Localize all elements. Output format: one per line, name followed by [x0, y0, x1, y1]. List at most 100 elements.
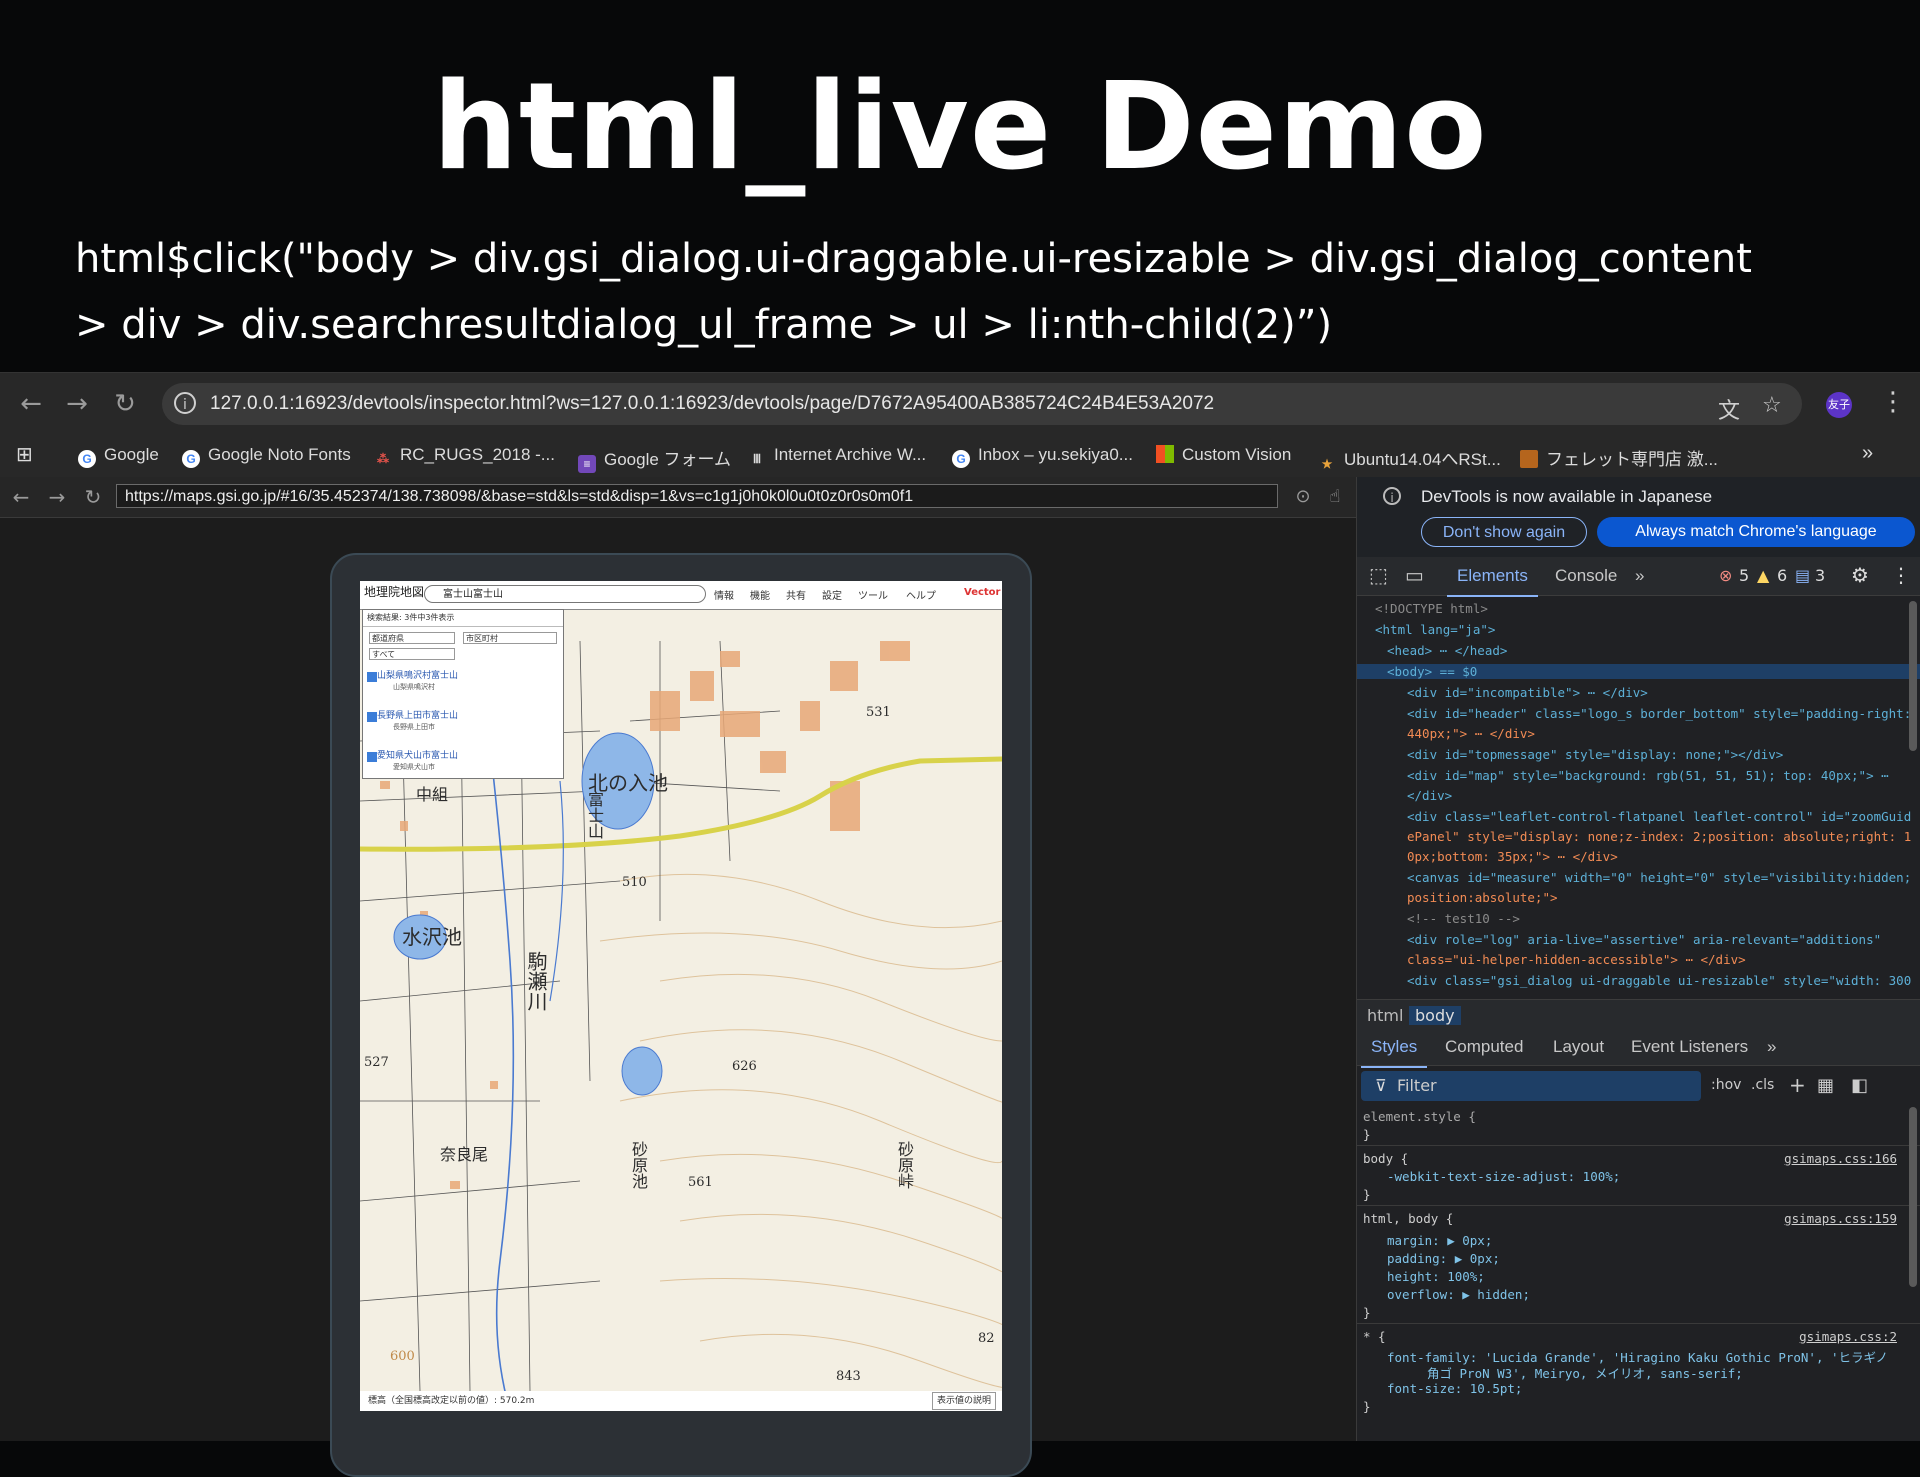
- dom-node[interactable]: <div class="leaflet-control-flatpanel le…: [1407, 809, 1911, 824]
- tab-styles[interactable]: Styles: [1360, 1037, 1428, 1068]
- more-subtabs-icon[interactable]: »: [1767, 1037, 1776, 1057]
- warning-count[interactable]: 6: [1777, 566, 1787, 585]
- dom-node[interactable]: <div id="header" class="logo_s border_bo…: [1407, 706, 1911, 721]
- dom-node-body-selected[interactable]: <body> == $0: [1357, 664, 1920, 679]
- tab-elements[interactable]: Elements: [1447, 566, 1538, 597]
- dom-node[interactable]: <head> ⋯ </head>: [1387, 643, 1507, 658]
- reload-icon[interactable]: ↻: [112, 391, 138, 417]
- screencast-reload-icon[interactable]: ↻: [80, 484, 106, 510]
- browser-menu-icon[interactable]: ⋮: [1880, 387, 1906, 417]
- bookmark-noto-fonts[interactable]: G Google Noto Fonts: [182, 445, 351, 468]
- dom-node[interactable]: <div role="log" aria-live="assertive" ar…: [1407, 932, 1881, 947]
- bookmark-star-icon[interactable]: ☆: [1762, 393, 1782, 418]
- screencast-forward-icon[interactable]: →: [44, 484, 70, 510]
- more-tabs-icon[interactable]: »: [1635, 566, 1644, 586]
- result-item-3[interactable]: 愛知県犬山市富士山: [377, 748, 458, 761]
- message-icon[interactable]: ▤: [1795, 566, 1810, 585]
- style-declaration[interactable]: padding: ▶ 0px;: [1387, 1251, 1500, 1266]
- result-item-1[interactable]: 山梨県鳴沢村富士山: [377, 668, 458, 681]
- dom-node[interactable]: <html lang="ja">: [1375, 622, 1495, 637]
- tab-event-listeners[interactable]: Event Listeners: [1631, 1037, 1748, 1057]
- new-rule-icon[interactable]: +: [1789, 1073, 1806, 1097]
- style-rule-selector[interactable]: html, body {: [1363, 1211, 1453, 1226]
- map-tool-help[interactable]: ヘルプ: [906, 587, 936, 602]
- message-count[interactable]: 3: [1815, 566, 1825, 585]
- address-bar[interactable]: i 127.0.0.1:16923/devtools/inspector.htm…: [162, 383, 1802, 425]
- style-rule-selector[interactable]: * {: [1363, 1329, 1386, 1344]
- more-bookmarks-icon[interactable]: »: [1862, 442, 1873, 465]
- bookmark-inbox[interactable]: G Inbox – yu.sekiya0...: [952, 445, 1133, 468]
- style-source-link[interactable]: gsimaps.css:2: [1799, 1329, 1897, 1344]
- tab-computed[interactable]: Computed: [1445, 1037, 1523, 1057]
- match-language-button[interactable]: Always match Chrome's language: [1597, 517, 1915, 547]
- style-declaration[interactable]: -webkit-text-size-adjust: 100%;: [1387, 1169, 1620, 1184]
- apps-grid-icon[interactable]: ⊞: [16, 442, 33, 467]
- result-item-2[interactable]: 長野県上田市富士山: [377, 708, 458, 721]
- dom-node[interactable]: <div id="incompatible"> ⋯ </div>: [1407, 685, 1648, 700]
- style-declaration[interactable]: margin: ▶ 0px;: [1387, 1233, 1492, 1248]
- mouse-icon[interactable]: ⊙: [1290, 484, 1316, 510]
- bookmark-rc-rugs[interactable]: ⁂ RC_RUGS_2018 -...: [374, 445, 555, 468]
- dom-node[interactable]: <!DOCTYPE html>: [1375, 601, 1488, 616]
- bookmark-internet-archive[interactable]: Ⅲ Internet Archive W...: [748, 445, 926, 468]
- forward-arrow-icon[interactable]: →: [64, 391, 90, 417]
- bookmark-google-forms[interactable]: ≡ Google フォーム: [578, 445, 731, 473]
- address-url[interactable]: 127.0.0.1:16923/devtools/inspector.html?…: [210, 393, 1214, 415]
- style-rule-selector[interactable]: body {: [1363, 1151, 1408, 1166]
- map-tool-settings[interactable]: 設定: [822, 587, 842, 602]
- site-info-icon[interactable]: i: [174, 392, 196, 414]
- dom-node[interactable]: <div id="map" style="background: rgb(51,…: [1407, 768, 1889, 783]
- style-source-link[interactable]: gsimaps.css:159: [1784, 1211, 1897, 1226]
- map-tool-info[interactable]: 情報: [714, 587, 734, 602]
- error-icon[interactable]: ⊗: [1719, 566, 1732, 585]
- profile-avatar[interactable]: 友子: [1826, 392, 1852, 418]
- map-tool-functions[interactable]: 機能: [750, 587, 770, 602]
- styles-scrollbar[interactable]: [1909, 1107, 1917, 1287]
- city-select[interactable]: 市区町村: [463, 632, 557, 644]
- element-state-icon[interactable]: ▦: [1817, 1075, 1834, 1096]
- back-arrow-icon[interactable]: ←: [18, 391, 44, 417]
- dom-node[interactable]: <div class="gsi_dialog ui-draggable ui-r…: [1407, 973, 1911, 988]
- inspect-element-icon[interactable]: ⬚: [1369, 563, 1388, 588]
- prefecture-select[interactable]: 都道府県: [369, 632, 455, 644]
- bookmark-ferret-shop[interactable]: フェレット専門店 激...: [1520, 445, 1718, 470]
- device-toggle-icon[interactable]: ▭: [1405, 563, 1424, 588]
- gsi-map[interactable]: 地理院地図 富士山富士山 情報 機能 共有 設定 ツール ヘルプ Vector …: [360, 581, 1002, 1411]
- dom-comment[interactable]: <!-- test10 -->: [1407, 911, 1520, 926]
- tab-layout[interactable]: Layout: [1553, 1037, 1604, 1057]
- map-search-input[interactable]: 富士山富士山: [424, 585, 706, 603]
- style-declaration[interactable]: overflow: ▶ hidden;: [1387, 1287, 1530, 1302]
- legend-button[interactable]: 表示値の説明: [931, 1392, 996, 1410]
- styles-filter-input[interactable]: ⊽ Filter: [1361, 1071, 1701, 1101]
- settings-gear-icon[interactable]: ⚙: [1851, 563, 1869, 587]
- hov-toggle[interactable]: :hov: [1711, 1077, 1741, 1093]
- dom-node[interactable]: <div id="topmessage" style="display: non…: [1407, 747, 1783, 762]
- devtools-menu-icon[interactable]: ⋮: [1891, 563, 1911, 587]
- breadcrumb-body[interactable]: body: [1409, 1006, 1461, 1025]
- style-source-link[interactable]: gsimaps.css:166: [1784, 1151, 1897, 1166]
- search-result-dialog[interactable]: 検索結果: 3件中3件表示 都道府県 市区町村 すべて 山梨県鳴沢村富士山 山梨…: [362, 609, 564, 779]
- bookmark-ubuntu[interactable]: ★ Ubuntu14.04へRSt...: [1318, 445, 1501, 473]
- dont-show-again-button[interactable]: Don't show again: [1421, 517, 1587, 547]
- screencast-back-icon[interactable]: ←: [8, 484, 34, 510]
- translate-icon[interactable]: 文: [1718, 393, 1740, 425]
- error-count[interactable]: 5: [1739, 566, 1749, 585]
- touch-icon[interactable]: ☝: [1322, 484, 1348, 510]
- cls-toggle[interactable]: .cls: [1751, 1077, 1774, 1093]
- map-tool-share[interactable]: 共有: [786, 587, 806, 602]
- screencast-url-input[interactable]: https://maps.gsi.go.jp/#16/35.452374/138…: [116, 484, 1278, 508]
- vector-badge[interactable]: Vector: [964, 587, 1000, 598]
- map-tool-tools[interactable]: ツール: [858, 587, 888, 602]
- category-select[interactable]: すべて: [369, 648, 455, 660]
- warning-icon[interactable]: ▲: [1757, 566, 1769, 585]
- sidebar-toggle-icon[interactable]: ◧: [1851, 1075, 1868, 1096]
- style-declaration[interactable]: font-size: 10.5pt;: [1387, 1381, 1522, 1396]
- style-declaration[interactable]: height: 100%;: [1387, 1269, 1485, 1284]
- bookmark-google[interactable]: G Google: [78, 445, 159, 468]
- bookmark-custom-vision[interactable]: Custom Vision: [1156, 445, 1291, 465]
- style-rule-selector[interactable]: element.style {: [1363, 1109, 1476, 1124]
- dom-node[interactable]: <canvas id="measure" width="0" height="0…: [1407, 870, 1911, 885]
- tab-console[interactable]: Console: [1555, 566, 1617, 586]
- breadcrumb-html[interactable]: html: [1361, 1006, 1409, 1025]
- dom-scrollbar[interactable]: [1909, 601, 1917, 751]
